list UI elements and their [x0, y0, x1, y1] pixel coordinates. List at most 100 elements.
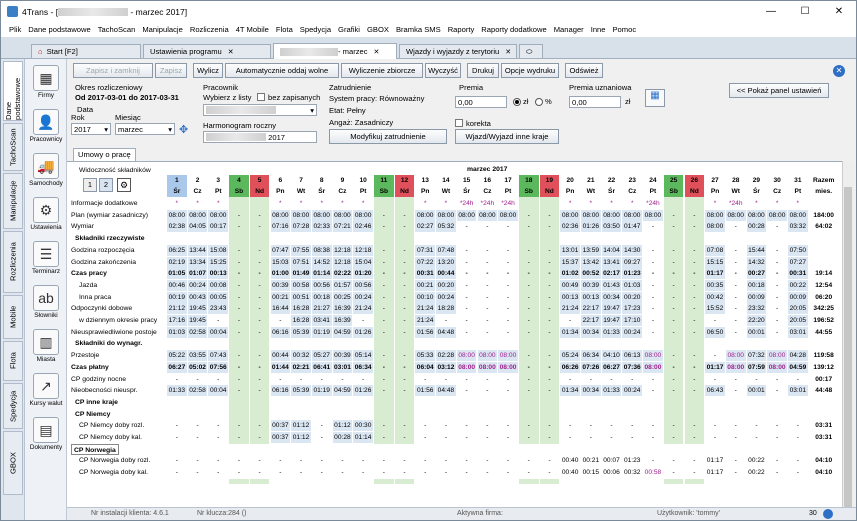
minimize-button[interactable]: —	[754, 1, 788, 22]
grid-cell[interactable]: 00:34	[581, 385, 601, 397]
grid-cell[interactable]: 15:03	[270, 256, 291, 268]
visibility-settings-icon[interactable]: ⚙	[117, 178, 131, 192]
grid-cell[interactable]: 01:07	[187, 268, 208, 280]
grid-cell[interactable]: -	[664, 362, 684, 373]
close-tab-icon[interactable]: ✕	[228, 48, 234, 56]
grid-cell[interactable]: 08:00	[415, 209, 436, 221]
close-tab-icon[interactable]: ✕	[374, 48, 380, 56]
grid-cell[interactable]: -	[188, 432, 208, 443]
grid-cell[interactable]: *	[167, 198, 187, 209]
close-button[interactable]: ✕	[822, 1, 856, 22]
grid-cell[interactable]: 02:58	[187, 385, 208, 397]
grid-cell[interactable]: -	[478, 385, 498, 396]
grid-cell[interactable]: -	[643, 420, 663, 431]
grid-cell[interactable]: -	[250, 327, 270, 338]
grid-cell[interactable]: 08:00	[725, 361, 746, 373]
grid-cell[interactable]: 00:40	[560, 467, 580, 478]
grid-cell[interactable]: 00:34	[601, 291, 622, 303]
grid-cell[interactable]: -	[560, 315, 580, 326]
grid-cell[interactable]: -	[685, 350, 705, 361]
grid-cell[interactable]: -	[664, 315, 684, 326]
grid-cell[interactable]: -	[498, 257, 518, 268]
grid-cell[interactable]: 13:41	[601, 256, 622, 268]
grid-cell[interactable]: -	[498, 315, 518, 326]
grid-cell[interactable]: 04:48	[436, 326, 456, 338]
grid-cell[interactable]: 01:12	[291, 432, 311, 443]
grid-cell[interactable]: -	[312, 432, 332, 443]
grid-cell[interactable]: 08:00	[477, 350, 498, 362]
grid-cell[interactable]: -	[767, 385, 787, 396]
grid-cell[interactable]: -	[208, 374, 228, 385]
calculate-button[interactable]: Wylicz	[193, 63, 223, 78]
grid-cell[interactable]: -	[478, 303, 498, 314]
grid-cell[interactable]: -	[643, 303, 663, 314]
vtab-0[interactable]: Dane podstawowe	[3, 61, 23, 121]
grid-cell[interactable]: -	[498, 432, 518, 443]
grid-cell[interactable]: 00:21	[270, 291, 291, 303]
grid-cell[interactable]: -	[622, 374, 642, 385]
tab-start[interactable]: ⌂ Start [F2]	[31, 44, 141, 58]
grid-cell[interactable]: 15:15	[705, 256, 725, 268]
grid-cell[interactable]: 00:22	[788, 279, 808, 291]
grid-cell[interactable]: *	[188, 198, 208, 209]
grid-cell[interactable]: 07:08	[705, 244, 725, 256]
grid-cell[interactable]: -	[229, 362, 249, 373]
grid-cell[interactable]: 06:34	[581, 350, 601, 362]
grid-cell[interactable]: 02:22	[332, 268, 353, 280]
grid-cell[interactable]: 00:34	[581, 326, 601, 338]
grid-cell[interactable]: -	[374, 210, 394, 221]
close-panel-icon[interactable]: ✕	[833, 65, 845, 77]
grid-cell[interactable]: 00:24	[622, 385, 643, 397]
grid-cell[interactable]: -	[457, 420, 477, 431]
grid-cell[interactable]: -	[540, 385, 560, 396]
grid-cell[interactable]: *	[747, 198, 767, 209]
grid-cell[interactable]: -	[519, 467, 539, 478]
grid-cell[interactable]: 21:12	[167, 303, 187, 315]
grid-cell[interactable]: 19:45	[187, 303, 208, 315]
grid-cell[interactable]: 12:18	[332, 244, 353, 256]
grid-cell[interactable]: 16:39	[332, 303, 353, 315]
grid-cell[interactable]: -	[333, 455, 353, 466]
grid-cell[interactable]: 23:43	[208, 303, 229, 315]
grid-cell[interactable]: 00:25	[332, 291, 353, 303]
grid-cell[interactable]: -	[664, 210, 684, 221]
grid-cell[interactable]: 00:39	[581, 279, 601, 291]
calc-total-button[interactable]: Wyliczenie zbiorcze	[341, 63, 423, 78]
grid-cell[interactable]: -	[664, 467, 684, 478]
grid-cell[interactable]: -	[540, 374, 560, 385]
grid-cell[interactable]: -	[374, 467, 394, 478]
grid-cell[interactable]: *	[560, 198, 580, 209]
module-button-5[interactable]: ab Słowniki	[29, 285, 63, 319]
grid-cell[interactable]: 02:17	[601, 268, 622, 280]
grid-cell[interactable]: 08:00	[643, 361, 663, 373]
grid-cell[interactable]: 08:00	[456, 209, 477, 221]
grid-cell[interactable]: -	[540, 245, 560, 256]
grid-cell[interactable]: -	[767, 303, 787, 314]
grid-cell[interactable]: -	[250, 362, 270, 373]
grid-cell[interactable]: 00:13	[560, 291, 580, 303]
grid-cell[interactable]: -	[747, 374, 767, 385]
grid-cell[interactable]: -	[250, 455, 270, 466]
grid-cell[interactable]: 02:33	[311, 221, 332, 233]
grid-cell[interactable]: 00:56	[311, 279, 332, 291]
grid-cell[interactable]: 12:18	[353, 244, 373, 256]
grid-cell[interactable]: -	[250, 385, 270, 396]
grid-cell[interactable]: -	[436, 315, 456, 326]
grid-cell[interactable]: 08:00	[456, 361, 477, 373]
grid-cell[interactable]: -	[540, 221, 560, 232]
grid-cell[interactable]: 08:00	[788, 209, 808, 221]
grid-cell[interactable]: 00:01	[746, 326, 767, 338]
clear-button[interactable]: Wyczyść	[425, 63, 461, 78]
grid-cell[interactable]: -	[250, 245, 270, 256]
grid-cell[interactable]: -	[643, 268, 663, 279]
grid-cell[interactable]: -	[478, 221, 498, 232]
grid-cell[interactable]: 07:47	[270, 244, 291, 256]
grid-cell[interactable]: 00:44	[436, 268, 456, 280]
grid-cell[interactable]: -	[208, 467, 228, 478]
grid-cell[interactable]: -	[457, 432, 477, 443]
grid-cell[interactable]: 09:27	[622, 256, 643, 268]
grid-cell[interactable]: -	[353, 315, 373, 326]
grid-cell[interactable]: -	[788, 420, 808, 431]
menu-item[interactable]: GBOX	[367, 25, 389, 34]
grid-cell[interactable]: -	[767, 467, 787, 478]
